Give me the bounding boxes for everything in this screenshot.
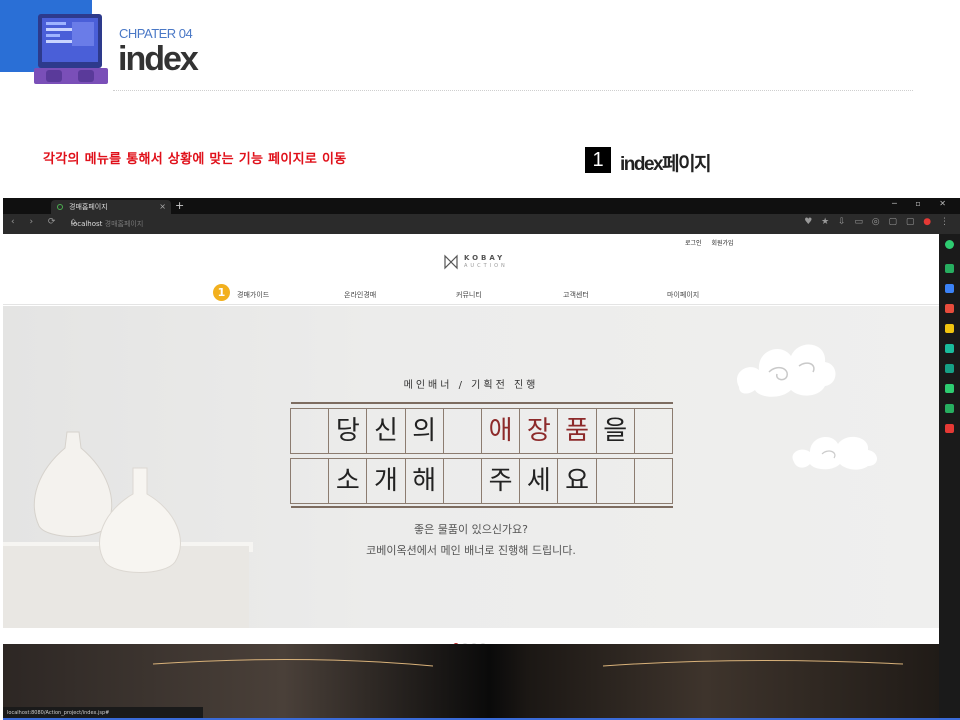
grid-cell: 소 [328,458,368,504]
browser-window: 경매홈페이지 × + ─ ▫ ✕ ‹ › ⟳ ⌂ localhost 경매홈페이… [3,198,960,720]
grid-cell: 의 [404,408,444,454]
grid-cell: 해 [404,458,444,504]
main-menu: 경매가이드 온라인경매 커뮤니티 고객센터 마이페이지 [3,286,939,304]
new-tab-button[interactable]: + [175,199,184,213]
tab-bar: 경매홈페이지 × + ─ ▫ ✕ [3,198,960,214]
page-label: index페이지 [620,154,712,175]
auth-links: 로그인 회원가입 [685,238,742,247]
laptop-illustration [34,14,108,84]
browser-sidebar [939,234,960,720]
url-host: localhost [71,220,103,228]
logo-icon[interactable] [443,254,459,270]
sidebar-app-icon[interactable] [945,324,954,333]
menu-item-mypage[interactable]: 마이페이지 [667,290,699,300]
step-number: 1 [585,147,611,173]
menu-item-guide[interactable]: 경매가이드 [237,290,269,300]
grid-cell [442,458,483,504]
sidebar-app-icon[interactable] [945,304,954,313]
web-page: 로그인 회원가입 KOBAY AUCTION 1 경매가이드 온라인경매 커뮤니… [3,234,939,720]
grid-cell [633,408,674,454]
menu-item-online-auction[interactable]: 온라인경매 [344,290,376,300]
grid-cell [290,408,330,454]
grid-cell [633,458,674,504]
menu-item-support[interactable]: 고객센터 [563,290,589,300]
extension-icons[interactable]: ♥ ★ ⇩ ▭ ◎ ▢ ▢ ● ⋮ [804,217,952,227]
grid-cell: 주 [481,458,521,504]
tab-favicon-icon [57,204,63,210]
grid-cell: 요 [557,458,597,504]
sidebar-app-icon[interactable] [945,364,954,373]
sidebar-app-icon[interactable] [945,284,954,293]
grid-cell: 세 [519,458,559,504]
ceiling-lights [152,658,904,667]
address-bar[interactable]: localhost 경매홈페이지 [71,219,143,229]
signup-link[interactable]: 회원가입 [711,240,733,247]
login-link[interactable]: 로그인 [685,240,702,247]
sidebar-app-icon[interactable] [945,344,954,353]
slide: CHPATER 04 index 각각의 메뉴를 통해서 상황에 맞는 기능 페… [0,0,960,720]
sidebar-app-icon[interactable] [945,384,954,393]
address-bar-row: ‹ › ⟳ ⌂ localhost 경매홈페이지 ♥ ★ ⇩ ▭ ◎ ▢ ▢ ●… [3,214,960,234]
divider [113,90,913,91]
banner-desc-line: 좋은 물품이 있으신가요? [413,523,529,536]
cloud-decoration [737,344,836,397]
logo-text[interactable]: KOBAY [464,254,505,262]
slide-description: 각각의 메뉴를 통해서 상황에 맞는 기능 페이지로 이동 [43,152,347,167]
sidebar-app-icon[interactable] [945,424,954,433]
grid-cell [442,408,483,454]
close-tab-icon[interactable]: × [159,200,166,214]
cloud-decoration-small [792,436,877,470]
menu-divider [3,304,939,305]
grid-cell: 품 [557,408,597,454]
window-controls[interactable]: ─ ▫ ✕ [892,199,954,208]
banner-subtitle: 메인배너 / 기획전 진행 [403,380,539,391]
banner-description: 좋은 물품이 있으신가요? 코베이옥션에서 메인 배너로 진행해 드립니다. [3,519,939,561]
menu-item-community[interactable]: 커뮤니티 [456,290,482,300]
grid-cell: 장 [519,408,559,454]
tab-title: 경매홈페이지 [69,203,108,211]
grid-row: 당 신 의 애 장 품 을 [290,408,674,454]
grid-cell: 을 [595,408,635,454]
browser-tab[interactable]: 경매홈페이지 × [51,200,171,214]
url-path: 경매홈페이지 [104,220,144,228]
chapter-label: CHPATER 04 [119,26,193,41]
banner-desc-line: 코베이옥션에서 메인 배너로 진행해 드립니다. [366,544,576,557]
grid-cell: 당 [328,408,368,454]
slide-title: index [118,40,199,78]
grid-cell: 개 [366,458,406,504]
sidebar-app-icon[interactable] [945,404,954,413]
sidebar-app-icon[interactable] [945,264,954,273]
grid-cell [290,458,330,504]
grid-row: 소 개 해 주 세 요 [290,458,674,504]
grid-cell: 신 [366,408,406,454]
grid-cell: 애 [481,408,521,454]
logo-subtext: AUCTION [464,263,508,269]
sidebar-app-icon[interactable] [945,240,954,249]
grid-cell [595,458,635,504]
banner-title-grid: 당 신 의 애 장 품 을 소 개 해 주 세 요 [290,402,674,508]
main-banner[interactable]: 메인배너 / 기획전 진행 당 신 의 애 장 품 을 소 개 해 주 세 요 … [3,306,939,628]
